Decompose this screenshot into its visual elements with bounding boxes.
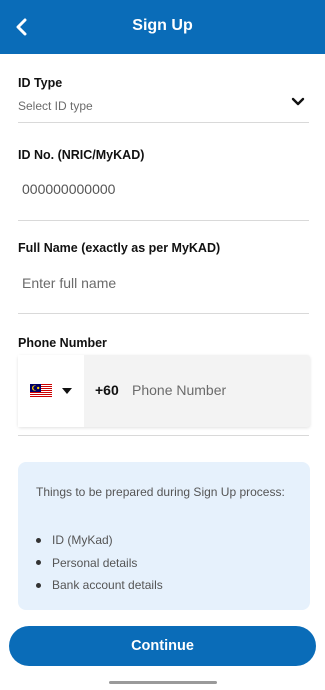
bullet-icon	[36, 537, 41, 543]
full-name-input[interactable]: Enter full name	[22, 275, 116, 291]
bullet-icon	[36, 560, 41, 566]
home-indicator	[109, 681, 217, 684]
id-type-label: ID Type	[18, 76, 63, 90]
app-bar: Sign Up	[0, 0, 325, 54]
malaysia-flag-icon	[30, 384, 52, 398]
sign-up-requirements-box: Things to be prepared during Sign Up pro…	[18, 462, 310, 610]
divider	[18, 220, 309, 221]
list-item-text: Personal details	[52, 555, 138, 570]
list-item-text: ID (MyKad)	[52, 533, 113, 548]
full-name-label: Full Name (exactly as per MyKAD)	[18, 241, 221, 255]
bullet-icon	[36, 582, 41, 588]
id-no-label: ID No. (NRIC/MyKAD)	[18, 148, 145, 162]
id-no-input[interactable]: 000000000000	[22, 181, 115, 197]
page-title: Sign Up	[132, 17, 193, 34]
list-item: Bank account details	[36, 574, 163, 597]
phone-number-label: Phone Number	[18, 336, 107, 350]
chevron-down-icon	[291, 97, 305, 106]
requirements-heading: Things to be prepared during Sign Up pro…	[36, 485, 285, 499]
id-type-dropdown-toggle[interactable]	[287, 93, 309, 111]
continue-button[interactable]: Continue	[9, 626, 316, 666]
country-code-picker[interactable]	[18, 355, 84, 427]
dial-code: +60	[95, 382, 119, 398]
divider	[18, 435, 309, 436]
requirements-list: ID (MyKad) Personal details Bank account…	[36, 529, 163, 597]
phone-number-field: +60	[18, 355, 310, 427]
list-item: Personal details	[36, 552, 163, 575]
list-item: ID (MyKad)	[36, 529, 163, 552]
id-type-select[interactable]: Select ID type	[18, 99, 93, 113]
divider	[18, 122, 309, 123]
phone-number-input[interactable]	[132, 379, 302, 401]
list-item-text: Bank account details	[52, 578, 163, 593]
divider	[18, 313, 309, 314]
caret-down-icon	[62, 388, 72, 394]
